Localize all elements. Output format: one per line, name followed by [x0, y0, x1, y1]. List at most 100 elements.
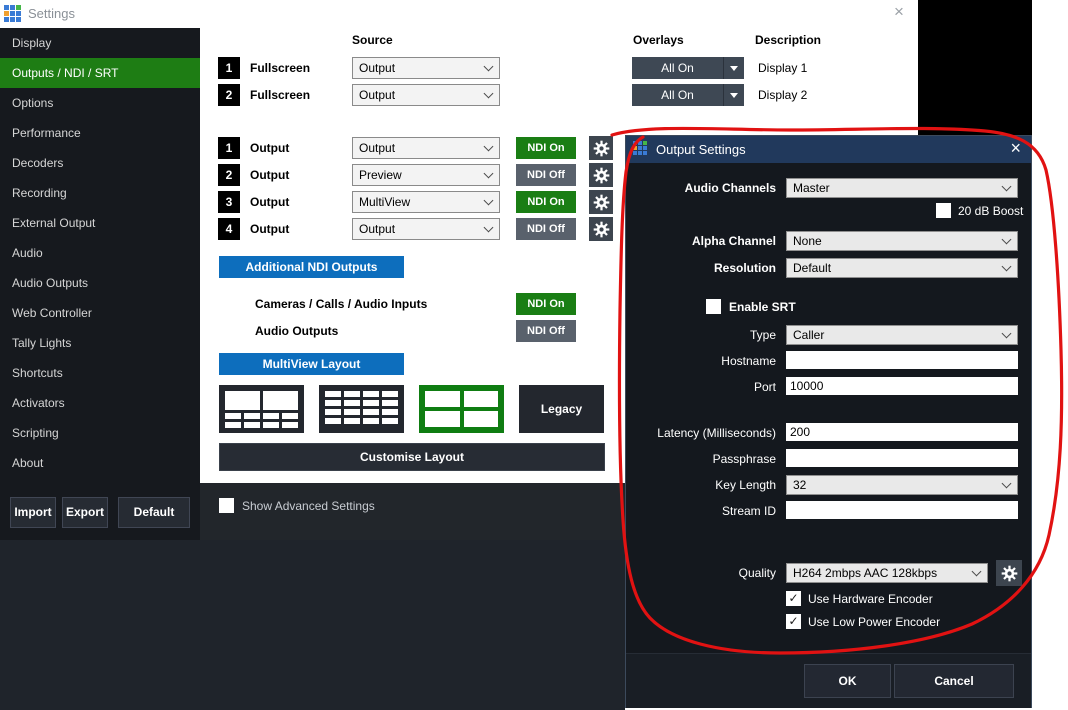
fullscreen-1-source-value: Output	[359, 61, 395, 75]
output-4-source-select[interactable]: Output	[352, 218, 500, 240]
alpha-channel-select[interactable]: None	[786, 231, 1018, 251]
output-2-settings-button[interactable]	[589, 163, 613, 187]
enable-srt-label: Enable SRT	[729, 300, 796, 314]
sidebar-item-audio[interactable]: Audio	[0, 238, 200, 268]
cancel-button[interactable]: Cancel	[894, 664, 1014, 698]
dialog-titlebar[interactable]: Output Settings ×	[626, 136, 1031, 163]
output-4-ndi-toggle[interactable]: NDI Off	[516, 218, 576, 240]
multiview-layout-legacy-button[interactable]: Legacy	[519, 385, 604, 433]
chevron-down-icon	[972, 567, 982, 577]
sidebar-item-activators[interactable]: Activators	[0, 388, 200, 418]
passphrase-input[interactable]	[786, 449, 1018, 467]
chevron-down-icon	[1002, 235, 1012, 245]
resolution-select[interactable]: Default	[786, 258, 1018, 278]
latency-label: Latency (Milliseconds)	[626, 426, 776, 440]
port-label: Port	[626, 380, 776, 394]
db-boost-label: 20 dB Boost	[958, 204, 1023, 218]
sidebar-item-about[interactable]: About	[0, 448, 200, 478]
chevron-down-icon	[1002, 182, 1012, 192]
output-3-source-value: MultiView	[359, 195, 410, 209]
sidebar-item-display[interactable]: Display	[0, 28, 200, 58]
audio-outputs-ndi-toggle[interactable]: NDI Off	[516, 320, 576, 342]
output-1-settings-button[interactable]	[589, 136, 613, 160]
fullscreen-2-source-select[interactable]: Output	[352, 84, 500, 106]
type-label: Type	[626, 328, 776, 342]
overlays-dropdown-arrow[interactable]	[723, 84, 744, 106]
gear-icon	[1001, 565, 1018, 582]
audio-channels-value: Master	[793, 181, 830, 195]
fullscreen-2-overlays-select[interactable]: All On	[632, 84, 744, 106]
show-advanced-settings-checkbox[interactable]	[219, 498, 234, 513]
gear-icon	[593, 140, 610, 157]
chevron-down-icon	[484, 62, 494, 72]
use-hardware-encoder-label: Use Hardware Encoder	[808, 592, 933, 606]
sidebar-item-external-output[interactable]: External Output	[0, 208, 200, 238]
multiview-layout-button[interactable]: MultiView Layout	[219, 353, 404, 375]
db-boost-checkbox[interactable]	[936, 203, 951, 218]
ok-button[interactable]: OK	[804, 664, 891, 698]
dialog-close-icon[interactable]: ×	[1010, 138, 1021, 159]
overlays-column-header: Overlays	[633, 33, 684, 47]
output-1-number: 1	[218, 137, 240, 159]
output-2-number: 2	[218, 164, 240, 186]
use-hardware-encoder-checkbox[interactable]: ✓	[786, 591, 801, 606]
enable-srt-checkbox[interactable]	[706, 299, 721, 314]
quality-value: H264 2mbps AAC 128kbps	[793, 566, 937, 580]
source-column-header: Source	[352, 33, 393, 47]
fullscreen-2-label: Fullscreen	[250, 88, 310, 102]
output-3-source-select[interactable]: MultiView	[352, 191, 500, 213]
port-input[interactable]	[786, 377, 1018, 395]
quality-label: Quality	[626, 566, 776, 580]
stream-id-input[interactable]	[786, 501, 1018, 519]
multiview-layout-tile-3-selected[interactable]	[419, 385, 504, 433]
key-length-select[interactable]: 32	[786, 475, 1018, 495]
sidebar-item-scripting[interactable]: Scripting	[0, 418, 200, 448]
output-4-settings-button[interactable]	[589, 217, 613, 241]
output-3-settings-button[interactable]	[589, 190, 613, 214]
quality-select[interactable]: H264 2mbps AAC 128kbps	[786, 563, 988, 583]
passphrase-label: Passphrase	[626, 452, 776, 466]
export-button[interactable]: Export	[62, 497, 108, 528]
sidebar-item-tally-lights[interactable]: Tally Lights	[0, 328, 200, 358]
chevron-down-icon	[484, 169, 494, 179]
chevron-down-icon	[484, 223, 494, 233]
sidebar-item-audio-outputs[interactable]: Audio Outputs	[0, 268, 200, 298]
fullscreen-1-source-select[interactable]: Output	[352, 57, 500, 79]
sidebar-item-performance[interactable]: Performance	[0, 118, 200, 148]
resolution-value: Default	[793, 261, 831, 275]
overlays-dropdown-arrow[interactable]	[723, 57, 744, 79]
output-1-source-value: Output	[359, 141, 395, 155]
fullscreen-1-overlays-select[interactable]: All On	[632, 57, 744, 79]
output-3-ndi-toggle[interactable]: NDI On	[516, 191, 576, 213]
audio-channels-label: Audio Channels	[626, 181, 776, 195]
hostname-input[interactable]	[786, 351, 1018, 369]
additional-ndi-outputs-button[interactable]: Additional NDI Outputs	[219, 256, 404, 278]
output-3-label: Output	[250, 195, 289, 209]
type-select[interactable]: Caller	[786, 325, 1018, 345]
output-4-source-value: Output	[359, 222, 395, 236]
fullscreen-1-description: Display 1	[758, 61, 807, 75]
audio-channels-select[interactable]: Master	[786, 178, 1018, 198]
sidebar-item-decoders[interactable]: Decoders	[0, 148, 200, 178]
import-button[interactable]: Import	[10, 497, 56, 528]
quality-settings-button[interactable]	[996, 560, 1022, 586]
use-low-power-encoder-checkbox[interactable]: ✓	[786, 614, 801, 629]
customise-layout-button[interactable]: Customise Layout	[219, 443, 605, 471]
sidebar-item-shortcuts[interactable]: Shortcuts	[0, 358, 200, 388]
output-1-source-select[interactable]: Output	[352, 137, 500, 159]
sidebar-item-outputs-ndi-srt[interactable]: Outputs / NDI / SRT	[0, 58, 200, 88]
default-button[interactable]: Default	[118, 497, 190, 528]
sidebar-item-recording[interactable]: Recording	[0, 178, 200, 208]
sidebar-item-web-controller[interactable]: Web Controller	[0, 298, 200, 328]
output-1-ndi-toggle[interactable]: NDI On	[516, 137, 576, 159]
latency-input[interactable]	[786, 423, 1018, 441]
window-close-icon[interactable]: ×	[894, 2, 904, 22]
fullscreen-2-description: Display 2	[758, 88, 807, 102]
sidebar-item-options[interactable]: Options	[0, 88, 200, 118]
cameras-ndi-toggle[interactable]: NDI On	[516, 293, 576, 315]
multiview-layout-tile-1[interactable]	[219, 385, 304, 433]
output-2-source-select[interactable]: Preview	[352, 164, 500, 186]
output-2-ndi-toggle[interactable]: NDI Off	[516, 164, 576, 186]
multiview-layout-tile-2[interactable]	[319, 385, 404, 433]
dialog-footer: OK Cancel	[626, 653, 1031, 708]
